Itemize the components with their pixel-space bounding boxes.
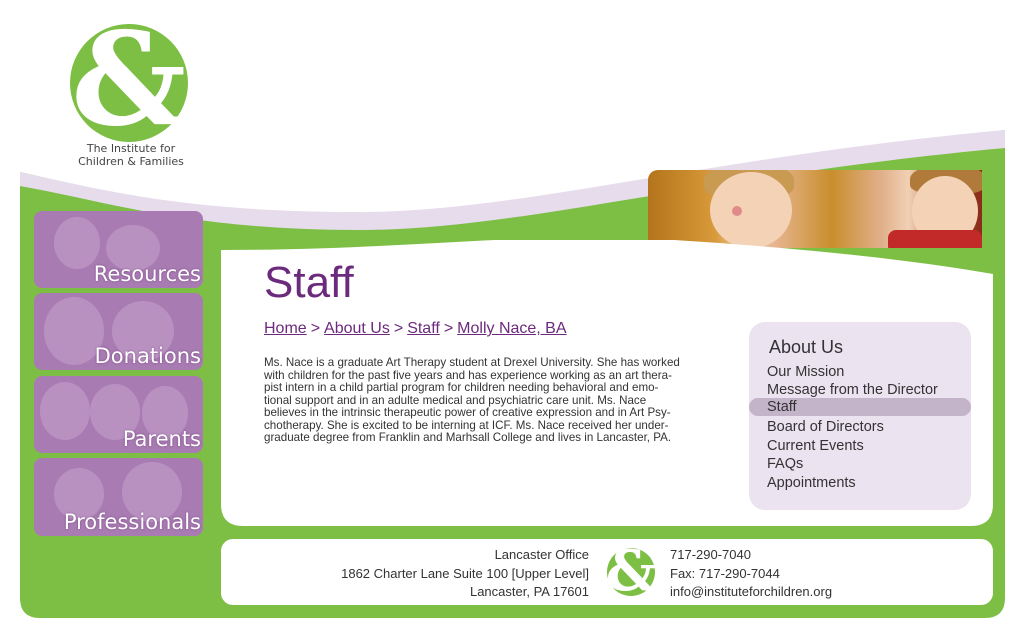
nav-donations[interactable]: Donations bbox=[34, 293, 203, 370]
breadcrumb-home[interactable]: Home bbox=[264, 320, 307, 337]
side-menu-item-staff[interactable]: Staff bbox=[749, 398, 971, 416]
side-menu-item-label: Message from the Director bbox=[767, 382, 938, 398]
breadcrumb-about-us[interactable]: About Us bbox=[324, 320, 390, 337]
staff-bio: Ms. Nace is a graduate Art Therapy stude… bbox=[264, 356, 736, 445]
side-menu-item-appointments[interactable]: Appointments bbox=[749, 474, 971, 492]
office-city: Lancaster, PA 17601 bbox=[469, 584, 589, 599]
office-name: Lancaster Office bbox=[494, 547, 589, 562]
side-menu-title: About Us bbox=[769, 337, 844, 357]
nav-resources-label: Resources bbox=[93, 262, 201, 286]
nav-parents-label: Parents bbox=[122, 427, 201, 451]
office-street: 1862 Charter Lane Suite 100 [Upper Level… bbox=[341, 565, 589, 581]
nav-professionals[interactable]: Professionals bbox=[34, 458, 203, 536]
ampersand-logo-icon: & bbox=[605, 538, 657, 604]
side-menu-item-label: FAQs bbox=[767, 456, 804, 472]
nav-resources[interactable]: Resources bbox=[34, 211, 203, 288]
bio-line: Ms. Nace is a graduate Art Therapy stude… bbox=[264, 356, 680, 369]
side-menu-item-label: Appointments bbox=[767, 475, 856, 491]
logo-text-line1: The Institute for bbox=[86, 142, 176, 155]
side-menu-item-label: Staff bbox=[767, 399, 797, 415]
logo-wordmark: The Institute for Children & Families bbox=[56, 142, 206, 168]
side-menu-item-faqs[interactable]: FAQs bbox=[749, 455, 971, 473]
nav-parents[interactable]: Parents bbox=[34, 376, 203, 453]
footer-email-link[interactable]: info@instituteforchildren.org bbox=[670, 583, 832, 602]
nav-donations-label: Donations bbox=[94, 344, 201, 368]
header-photo-children bbox=[648, 170, 982, 248]
bio-line: graduate degree from Franklin and Marhsa… bbox=[264, 431, 672, 444]
nav-professionals-label: Professionals bbox=[63, 510, 201, 534]
side-menu-item-label: Board of Directors bbox=[767, 419, 884, 435]
side-menu-item-label: Current Events bbox=[767, 438, 864, 454]
footer-fax: Fax: 717-290-7044 bbox=[670, 565, 780, 581]
breadcrumb: Home > About Us > Staff > Molly Nace, BA bbox=[264, 319, 567, 339]
breadcrumb-separator: > bbox=[310, 320, 321, 337]
ampersand-logo-icon: & bbox=[71, 5, 187, 155]
bio-line: believes in the intrinsic therapeutic po… bbox=[264, 406, 671, 419]
footer-phone[interactable]: 717-290-7040 bbox=[670, 546, 832, 565]
breadcrumb-separator: > bbox=[393, 320, 404, 337]
side-menu-item-label: Our Mission bbox=[767, 364, 845, 380]
breadcrumb-molly-nace[interactable]: Molly Nace, BA bbox=[457, 320, 566, 337]
breadcrumb-separator: > bbox=[443, 320, 454, 337]
institute-logo[interactable]: & The Institute for Children & Families bbox=[68, 10, 192, 170]
side-menu-item-board-of-directors[interactable]: Board of Directors bbox=[749, 418, 971, 436]
footer-contact: 717-290-7040 Fax: 717-290-7044 info@inst… bbox=[670, 546, 832, 602]
side-menu-item-our-mission[interactable]: Our Mission bbox=[749, 363, 971, 381]
about-us-side-menu: About Us Our Mission Message from the Di… bbox=[749, 322, 971, 510]
side-menu-item-current-events[interactable]: Current Events bbox=[749, 437, 971, 455]
page-title: Staff bbox=[264, 258, 354, 307]
breadcrumb-staff[interactable]: Staff bbox=[407, 320, 440, 337]
logo-text-line2: Children & Families bbox=[78, 155, 184, 168]
footer-address: Lancaster Office 1862 Charter Lane Suite… bbox=[300, 546, 589, 602]
side-menu-item-message-from-director[interactable]: Message from the Director bbox=[749, 381, 971, 399]
bio-line: pist intern in a child partial program f… bbox=[264, 381, 659, 394]
